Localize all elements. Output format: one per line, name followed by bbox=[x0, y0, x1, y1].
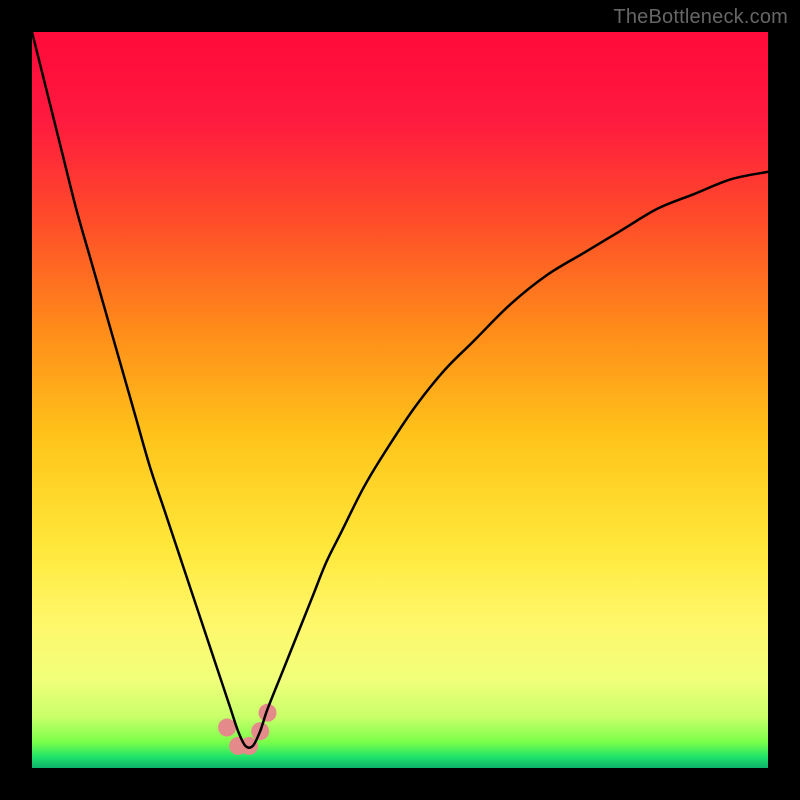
watermark-text: TheBottleneck.com bbox=[613, 6, 788, 29]
chart-frame: TheBottleneck.com bbox=[0, 0, 800, 800]
background-gradient bbox=[32, 32, 768, 768]
plot-area bbox=[32, 32, 768, 768]
